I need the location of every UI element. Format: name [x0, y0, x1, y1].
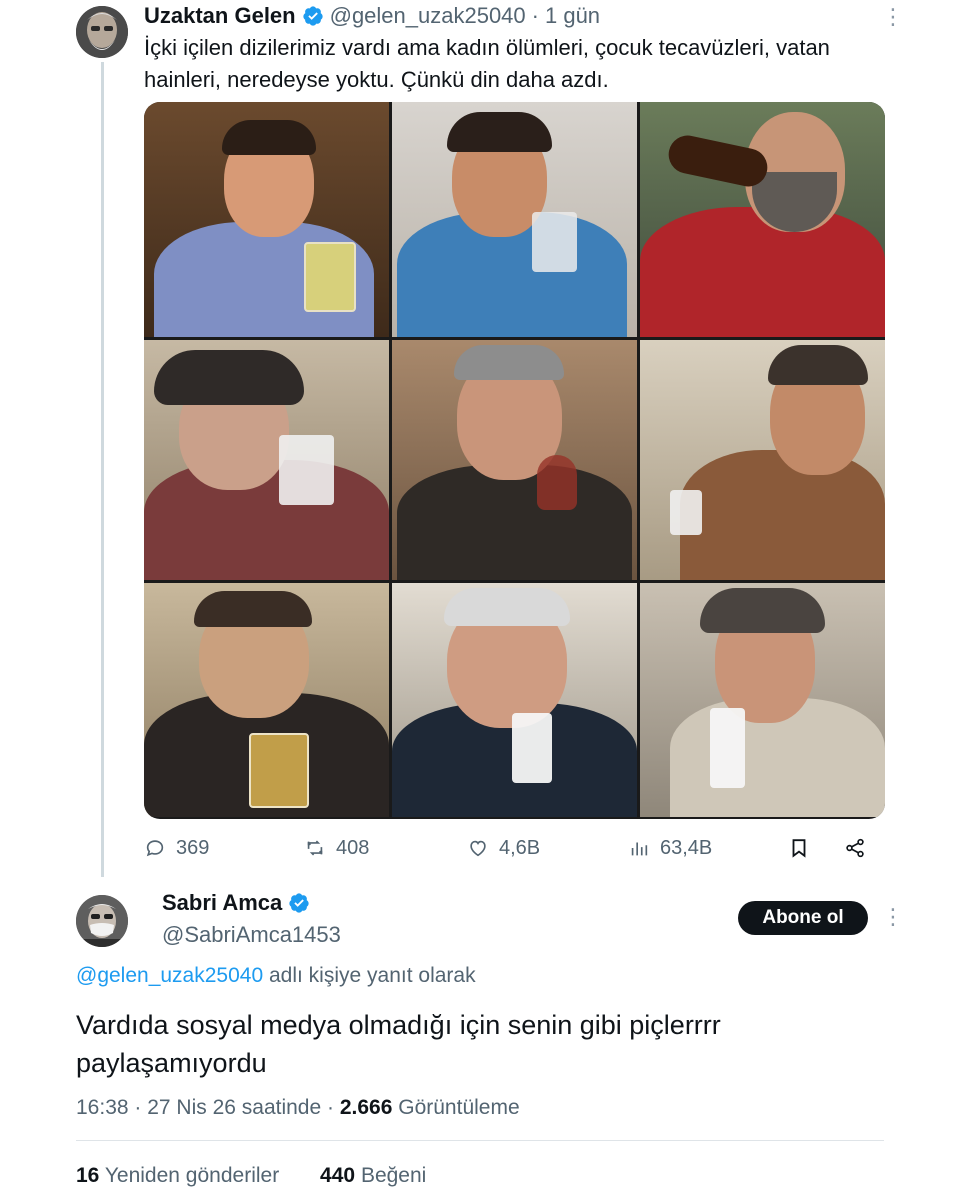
tweet1-separator: · — [531, 3, 539, 28]
tweet1-action-bar: 369 408 4,6B 63,4B — [144, 832, 884, 864]
more-icon[interactable]: ⋮ — [882, 904, 904, 930]
media-panel-8 — [392, 583, 637, 817]
retweet-button[interactable]: 408 — [304, 832, 369, 864]
media-panel-5 — [392, 340, 637, 580]
retweet-count: 408 — [336, 836, 370, 859]
tweet1-author-name[interactable]: Uzaktan Gelen — [144, 3, 296, 29]
tweet1-header: Uzaktan Gelen @gelen_uzak25040 · 1 gün — [144, 2, 600, 30]
reply-button[interactable]: 369 — [144, 832, 209, 864]
share-icon — [846, 838, 864, 858]
avatar-uzaktan-gelen[interactable] — [76, 6, 128, 58]
likes-label: Beğeni — [360, 1164, 427, 1187]
tweet2-meta: 16:38 · 27 Nis 26 saatinde · 2.666 Görün… — [76, 1096, 520, 1120]
tweet2-text: Vardıda sosyal medya olmadığı için senin… — [76, 1010, 721, 1078]
media-panel-2 — [392, 102, 637, 337]
verified-icon — [289, 893, 309, 913]
media-panel-3 — [640, 102, 885, 337]
likes-count: 440 — [320, 1164, 356, 1187]
heart-icon — [470, 840, 486, 857]
tweet1-time[interactable]: 1 gün — [545, 3, 600, 29]
tweet2-timestamp[interactable]: 16:38 · 27 Nis 26 saatinde · — [76, 1096, 334, 1119]
reposts-count: 16 — [76, 1164, 100, 1187]
tweet2-stats: 16 Yeniden gönderiler 440 Beğeni — [76, 1164, 426, 1188]
tweet2-views-label: Görüntüleme — [398, 1096, 520, 1119]
reply-context: @gelen_uzak25040 adlı kişiye yanıt olara… — [76, 964, 476, 988]
like-count: 4,6B — [499, 836, 541, 859]
tweet1-media-grid[interactable] — [144, 102, 885, 819]
thread-connector — [101, 62, 104, 877]
media-panel-1 — [144, 102, 389, 337]
media-panel-9 — [640, 583, 885, 817]
likes-stat[interactable]: 440 Beğeni — [320, 1164, 426, 1187]
follow-button[interactable]: Abone ol — [738, 901, 868, 935]
comment-icon — [146, 840, 164, 857]
avatar-sabri-amca[interactable] — [76, 895, 128, 947]
reply-to-link[interactable]: @gelen_uzak25040 — [76, 964, 263, 987]
bookmark-button[interactable] — [788, 832, 810, 864]
tweet1-text: İçki içilen dizilerimiz vardı ama kadın … — [144, 35, 830, 92]
reposts-stat[interactable]: 16 Yeniden gönderiler — [76, 1164, 279, 1187]
divider — [76, 1140, 884, 1141]
share-button[interactable] — [844, 832, 866, 864]
views-icon — [631, 842, 648, 856]
media-panel-7 — [144, 583, 389, 817]
tweet2-header: Sabri Amca — [162, 890, 310, 916]
media-panel-4 — [144, 340, 389, 580]
tweet2-author-name[interactable]: Sabri Amca — [162, 890, 282, 916]
views-count: 63,4B — [660, 836, 713, 859]
more-icon[interactable]: ⋮ — [882, 4, 904, 30]
views-button[interactable]: 63,4B — [628, 832, 712, 864]
reply-to-suffix: adlı kişiye yanıt olarak — [268, 964, 476, 987]
tweet1-handle[interactable]: @gelen_uzak25040 — [330, 3, 526, 29]
bookmark-icon — [792, 839, 806, 858]
tweet2-handle[interactable]: @SabriAmca1453 — [162, 922, 341, 948]
reposts-label: Yeniden gönderiler — [104, 1164, 280, 1187]
like-button[interactable]: 4,6B — [467, 832, 540, 864]
tweet2-views-count: 2.666 — [339, 1096, 393, 1119]
verified-icon — [302, 6, 323, 26]
retweet-icon — [307, 840, 323, 856]
reply-count: 369 — [176, 836, 210, 859]
media-panel-6 — [640, 340, 885, 580]
